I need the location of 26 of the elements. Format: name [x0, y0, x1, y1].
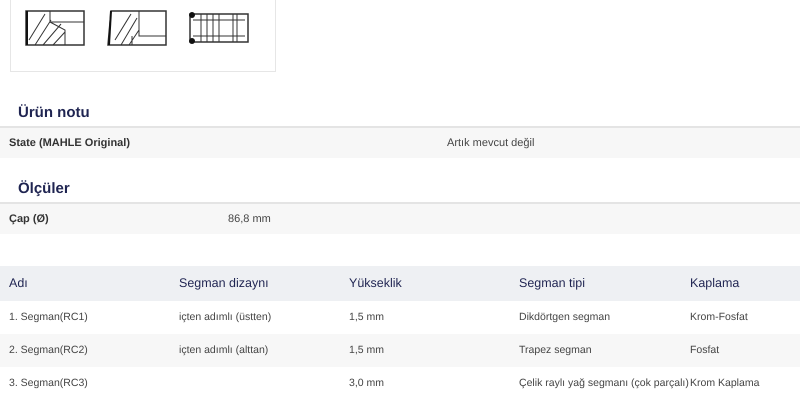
piston-ring-profile-icon	[107, 10, 167, 46]
table-cell-text: 3. Segman(RC3)	[9, 376, 89, 391]
table-cell-text: Dikdörtgen segman	[519, 310, 612, 325]
table-cell-text: Çelik raylı yağ segmanı (çok parçalı)	[519, 376, 690, 391]
column-header: Adı	[9, 275, 29, 292]
table-cell-text: 2. Segman(RC2)	[9, 342, 89, 358]
piston-ring-profile-icon	[189, 10, 249, 46]
column-header: Segman dizaynı	[179, 275, 270, 292]
table-cell-text: 1,5 mm	[349, 310, 386, 325]
property-label: Çap (Ø)	[9, 212, 50, 227]
property-label: State (MAHLE Original)	[9, 136, 132, 151]
table-cell-text: 1. Segman(RC1)	[9, 310, 89, 325]
piston-ring-profile-icon	[25, 10, 85, 46]
column-header: Segman tipi	[519, 275, 586, 292]
column-header: Yükseklik	[349, 275, 403, 292]
table-cell-text: içten adımlı (üstten)	[179, 310, 272, 325]
column-header: Kaplama	[690, 275, 740, 292]
table-cell-text: Krom Kaplama	[690, 376, 760, 391]
table-cell-text: içten adımlı (alttan)	[179, 342, 270, 358]
table-cell-text: Krom-Fosfat	[690, 310, 749, 325]
table-cell-text: Trapez segman	[519, 342, 593, 358]
table-cell-text: Fosfat	[690, 342, 720, 358]
table-cell-text: 1,5 mm	[349, 342, 386, 358]
property-value: Artık mevcut değil	[447, 136, 536, 151]
property-value: 86,8 mm	[228, 212, 272, 227]
table-cell-text: 3,0 mm	[349, 376, 386, 391]
